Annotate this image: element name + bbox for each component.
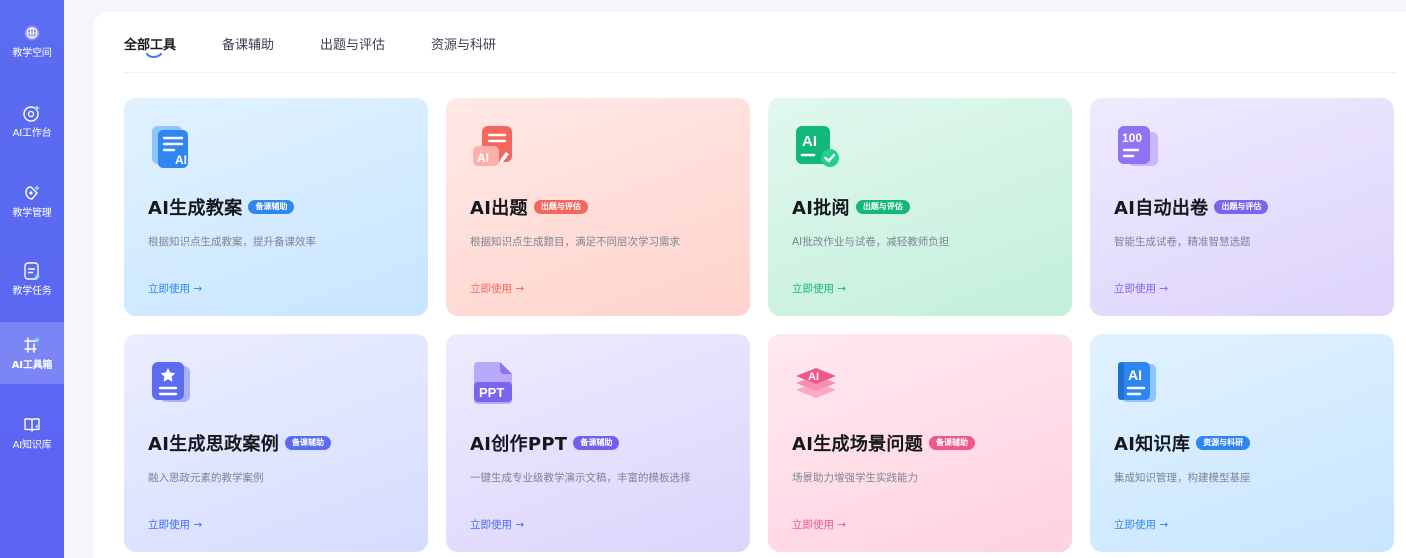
layers-ai-icon: AI	[792, 358, 840, 406]
card-title: AI生成场景问题	[792, 434, 924, 455]
card-description: 一键生成专业级教学演示文稿，丰富的模板选择	[470, 472, 691, 484]
svg-text:AI: AI	[175, 153, 187, 167]
tool-card-ai-scenario[interactable]: AI AI生成场景问题 备课辅助 场景助力增强学生实践能力 立即使用 →	[768, 334, 1072, 552]
tool-card-ai-questions[interactable]: AI AI出题 出题与评估 根据知识点生成题目，满足不同层次学习需求 立即使用 …	[446, 98, 750, 316]
svg-text:AI: AI	[477, 151, 489, 165]
card-description: 根据知识点生成题目，满足不同层次学习需求	[470, 236, 680, 248]
card-title-row: AI出题 出题与评估	[470, 194, 588, 220]
tab-all-tools[interactable]: 全部工具	[124, 34, 176, 64]
tab-label: 出题与评估	[320, 38, 386, 53]
knowledge-book-icon	[21, 414, 43, 436]
sidebar-item-label: 教学管理	[12, 208, 52, 219]
sidebar-item-teaching-task[interactable]: 教学任务	[0, 248, 64, 310]
card-title-row: AI生成场景问题 备课辅助	[792, 430, 976, 456]
tool-card-ai-lesson-plan[interactable]: AI AI生成教案 备课辅助 根据知识点生成教案，提升备课效率 立即使用 →	[124, 98, 428, 316]
card-title-row: AI生成思政案例 备课辅助	[148, 430, 332, 456]
category-badge: 资源与科研	[1196, 436, 1251, 450]
star-doc-icon	[148, 358, 196, 406]
active-tab-indicator	[146, 53, 162, 58]
sidebar-item-teaching-manage[interactable]: 教学管理	[0, 170, 64, 232]
category-badge: 备课辅助	[573, 436, 620, 450]
tab-label: 全部工具	[124, 38, 177, 53]
globe-icon	[21, 22, 43, 44]
svg-text:AI: AI	[1128, 367, 1142, 383]
use-now-link[interactable]: 立即使用 →	[470, 281, 524, 296]
sidebar-item-ai-toolbox[interactable]: AI工具箱	[0, 322, 64, 384]
card-description: 场景助力增强学生实践能力	[792, 472, 918, 484]
use-now-link[interactable]: 立即使用 →	[1114, 517, 1168, 532]
card-title: AI创作PPT	[470, 434, 568, 455]
exam-100-icon: 100	[1114, 122, 1162, 170]
sidebar-item-teaching-space[interactable]: 教学空间	[0, 10, 64, 72]
card-title-row: AI创作PPT 备课辅助	[470, 430, 620, 456]
ai-workbench-icon	[21, 102, 43, 124]
sidebar-item-label: AI工具箱	[11, 360, 53, 371]
category-badge: 备课辅助	[285, 436, 332, 450]
ai-book-icon: AI	[1114, 358, 1162, 406]
svg-text:AI: AI	[802, 133, 817, 150]
tool-card-ai-review[interactable]: AI AI批阅 出题与评估 AI批改作业与试卷，减轻教师负担 立即使用 →	[768, 98, 1072, 316]
tab-exam-eval[interactable]: 出题与评估	[320, 34, 385, 64]
tool-card-ai-knowledge-base[interactable]: AI AI知识库 资源与科研 集成知识管理，构建模型基座 立即使用 →	[1090, 334, 1394, 552]
card-title-row: AI知识库 资源与科研	[1114, 430, 1251, 456]
category-badge: 出题与评估	[1214, 200, 1269, 214]
tool-card-ai-ppt[interactable]: PPT AI创作PPT 备课辅助 一键生成专业级教学演示文稿，丰富的模板选择 立…	[446, 334, 750, 552]
review-check-icon: AI	[792, 122, 840, 170]
card-title-row: AI生成教案 备课辅助	[148, 194, 295, 220]
sidebar-item-label: AI工作台	[12, 128, 52, 139]
svg-text:AI: AI	[808, 371, 819, 383]
category-badge: 出题与评估	[855, 200, 910, 214]
sidebar-item-ai-workbench[interactable]: AI工作台	[0, 90, 64, 152]
card-description: AI批改作业与试卷，减轻教师负担	[792, 236, 950, 248]
tab-label: 资源与科研	[431, 38, 497, 53]
lesson-plan-icon: AI	[148, 122, 196, 170]
toolbox-icon	[21, 334, 43, 356]
tab-lesson-prep[interactable]: 备课辅助	[222, 34, 274, 64]
sidebar: 教学空间 AI工作台 教学管理 教学任务 AI工具箱 AI知识库	[0, 0, 64, 558]
use-now-link[interactable]: 立即使用 →	[148, 281, 202, 296]
card-title: AI自动出卷	[1114, 198, 1209, 219]
question-edit-icon: AI	[470, 122, 518, 170]
sidebar-item-label: AI知识库	[12, 440, 52, 451]
card-title: AI出题	[470, 198, 528, 219]
tab-resource-research[interactable]: 资源与科研	[431, 34, 496, 64]
use-now-link[interactable]: 立即使用 →	[1114, 281, 1168, 296]
category-badge: 备课辅助	[929, 436, 976, 450]
ppt-icon: PPT	[470, 358, 518, 406]
card-title: AI知识库	[1114, 434, 1191, 455]
use-now-link[interactable]: 立即使用 →	[148, 517, 202, 532]
svg-text:100: 100	[1122, 131, 1142, 145]
card-title-row: AI批阅 出题与评估	[792, 194, 910, 220]
tool-card-ai-auto-exam[interactable]: 100 AI自动出卷 出题与评估 智能生成试卷，精准智慧选题 立即使用 →	[1090, 98, 1394, 316]
main-panel: 全部工具 备课辅助 出题与评估 资源与科研 AI AI生成教案 备课辅助 根据知…	[94, 12, 1406, 558]
sidebar-item-label: 教学空间	[12, 48, 52, 59]
task-icon	[21, 260, 43, 282]
card-description: 融入思政元素的教学案例	[148, 472, 264, 484]
card-title: AI生成教案	[148, 198, 243, 219]
card-description: 根据知识点生成教案，提升备课效率	[148, 236, 316, 248]
card-title: AI生成思政案例	[148, 434, 280, 455]
sidebar-item-ai-knowledge[interactable]: AI知识库	[0, 402, 64, 464]
use-now-link[interactable]: 立即使用 →	[792, 281, 846, 296]
sidebar-item-label: 教学任务	[12, 286, 52, 297]
tool-card-ai-ideology-case[interactable]: AI生成思政案例 备课辅助 融入思政元素的教学案例 立即使用 →	[124, 334, 428, 552]
card-title-row: AI自动出卷 出题与评估	[1114, 194, 1269, 220]
use-now-link[interactable]: 立即使用 →	[792, 517, 846, 532]
teaching-manage-icon	[21, 182, 43, 204]
category-badge: 出题与评估	[533, 200, 588, 214]
tab-bar: 全部工具 备课辅助 出题与评估 资源与科研	[124, 34, 542, 64]
card-description: 智能生成试卷，精准智慧选题	[1114, 236, 1251, 248]
tab-label: 备课辅助	[222, 38, 275, 53]
card-title: AI批阅	[792, 198, 850, 219]
tab-divider	[124, 72, 1396, 73]
svg-text:PPT: PPT	[479, 385, 504, 400]
card-description: 集成知识管理，构建模型基座	[1114, 472, 1251, 484]
category-badge: 备课辅助	[248, 200, 295, 214]
use-now-link[interactable]: 立即使用 →	[470, 517, 524, 532]
